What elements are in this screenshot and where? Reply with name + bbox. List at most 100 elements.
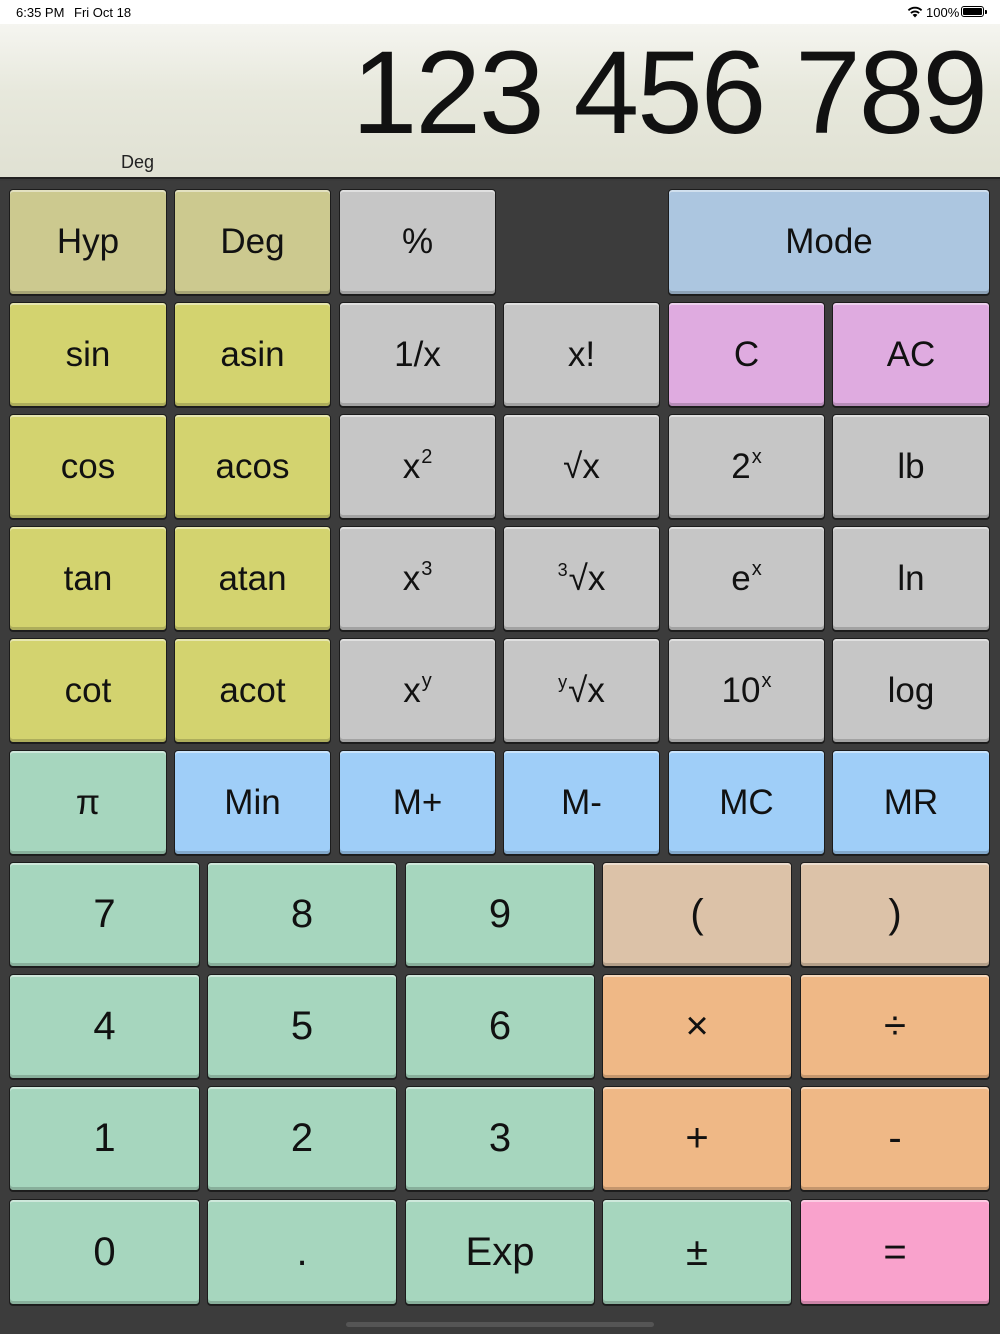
digit-8-label: 8 bbox=[290, 892, 314, 936]
pow2-base: 2 bbox=[731, 447, 751, 486]
power-button[interactable]: xy bbox=[339, 638, 496, 743]
divide-button[interactable]: ÷ bbox=[800, 974, 990, 1079]
sqrt-button[interactable]: √x bbox=[503, 414, 660, 519]
hyp-label: Hyp bbox=[56, 222, 120, 261]
power-label: xy bbox=[403, 670, 432, 711]
subtract-button[interactable]: - bbox=[800, 1086, 990, 1191]
memory-clear-button[interactable]: MC bbox=[668, 750, 825, 855]
clear-button[interactable]: C bbox=[668, 302, 825, 407]
digit-2-label: 2 bbox=[290, 1116, 314, 1160]
factorial-button[interactable]: x! bbox=[503, 302, 660, 407]
atan-label: atan bbox=[218, 558, 287, 598]
reciprocal-button[interactable]: 1/x bbox=[339, 302, 496, 407]
equals-button[interactable]: = bbox=[800, 1199, 990, 1305]
exponent-entry-label: Exp bbox=[465, 1229, 535, 1274]
pow2-exponent: x bbox=[751, 446, 762, 468]
memory-subtract-button[interactable]: M- bbox=[503, 750, 660, 855]
memory-recall-button[interactable]: MR bbox=[832, 750, 990, 855]
yroot-button[interactable]: y√x bbox=[503, 638, 660, 743]
cos-button[interactable]: cos bbox=[9, 414, 167, 519]
memory-add-button[interactable]: M+ bbox=[339, 750, 496, 855]
memory-recall-label: MR bbox=[883, 782, 939, 822]
cube-base: x bbox=[402, 559, 421, 598]
digit-7-button[interactable]: 7 bbox=[9, 862, 200, 967]
digit-6-button[interactable]: 6 bbox=[405, 974, 595, 1079]
tan-button[interactable]: tan bbox=[9, 526, 167, 631]
digit-3-label: 3 bbox=[488, 1116, 512, 1160]
digit-9-button[interactable]: 9 bbox=[405, 862, 595, 967]
percent-button[interactable]: % bbox=[339, 189, 496, 295]
acos-label: acos bbox=[215, 446, 290, 486]
plus-minus-button[interactable]: ± bbox=[602, 1199, 792, 1305]
power-exponent: y bbox=[421, 670, 432, 692]
home-indicator[interactable] bbox=[346, 1322, 654, 1327]
digit-8-button[interactable]: 8 bbox=[207, 862, 397, 967]
acot-button[interactable]: acot bbox=[174, 638, 331, 743]
atan-button[interactable]: atan bbox=[174, 526, 331, 631]
exp-e-exponent: x bbox=[751, 558, 762, 580]
pow2-button[interactable]: 2x bbox=[668, 414, 825, 519]
hyp-button[interactable]: Hyp bbox=[9, 189, 167, 295]
digit-7-label: 7 bbox=[93, 892, 116, 936]
equals-label: = bbox=[883, 1229, 907, 1274]
lb-button[interactable]: lb bbox=[832, 414, 990, 519]
cot-label: cot bbox=[64, 670, 112, 710]
battery-icon bbox=[961, 6, 987, 17]
power-base: x bbox=[403, 671, 421, 710]
digit-4-button[interactable]: 4 bbox=[9, 974, 200, 1079]
percent-label: % bbox=[401, 222, 434, 261]
reciprocal-label: 1/x bbox=[394, 334, 441, 374]
deg-button[interactable]: Deg bbox=[174, 189, 331, 295]
pow10-button[interactable]: 10x bbox=[668, 638, 825, 743]
mode-button[interactable]: Mode bbox=[668, 189, 990, 295]
pi-button[interactable]: π bbox=[9, 750, 167, 855]
digit-5-button[interactable]: 5 bbox=[207, 974, 397, 1079]
keypad: Hyp Deg % Mode sin asin 1/x x! C AC cos … bbox=[0, 181, 1000, 1334]
left-paren-button[interactable]: ( bbox=[602, 862, 792, 967]
left-paren-label: ( bbox=[690, 892, 704, 936]
digit-3-button[interactable]: 3 bbox=[405, 1086, 595, 1191]
asin-label: asin bbox=[220, 334, 285, 374]
pow2-label: 2x bbox=[731, 446, 761, 487]
status-date: Fri Oct 18 bbox=[74, 5, 132, 20]
memory-in-button[interactable]: Min bbox=[174, 750, 331, 855]
cbrt-index: 3 bbox=[557, 559, 568, 580]
square-exponent: 2 bbox=[421, 446, 433, 468]
right-paren-button[interactable]: ) bbox=[800, 862, 990, 967]
decimal-button[interactable]: . bbox=[207, 1199, 397, 1305]
all-clear-button[interactable]: AC bbox=[832, 302, 990, 407]
deg-label: Deg bbox=[220, 222, 285, 261]
asin-button[interactable]: asin bbox=[174, 302, 331, 407]
exp-e-base: e bbox=[731, 559, 751, 598]
exp-e-button[interactable]: ex bbox=[668, 526, 825, 631]
cbrt-button[interactable]: 3√x bbox=[503, 526, 660, 631]
yroot-index: y bbox=[558, 671, 568, 692]
cbrt-radical: √x bbox=[568, 558, 606, 598]
log-button[interactable]: log bbox=[832, 638, 990, 743]
exponent-entry-button[interactable]: Exp bbox=[405, 1199, 595, 1305]
all-clear-label: AC bbox=[886, 334, 936, 374]
cot-button[interactable]: cot bbox=[9, 638, 167, 743]
multiply-button[interactable]: × bbox=[602, 974, 792, 1079]
memory-add-label: M+ bbox=[392, 782, 443, 822]
yroot-label: y√x bbox=[558, 671, 605, 711]
status-time: 6:35 PM bbox=[16, 5, 65, 20]
right-paren-label: ) bbox=[888, 892, 902, 936]
ln-button[interactable]: ln bbox=[832, 526, 990, 631]
wifi-icon bbox=[907, 6, 923, 18]
memory-subtract-label: M- bbox=[561, 782, 602, 822]
sqrt-label: √x bbox=[563, 446, 600, 486]
square-label: x2 bbox=[403, 446, 433, 487]
digit-0-button[interactable]: 0 bbox=[9, 1199, 200, 1305]
digit-2-button[interactable]: 2 bbox=[207, 1086, 397, 1191]
acos-button[interactable]: acos bbox=[174, 414, 331, 519]
square-button[interactable]: x2 bbox=[339, 414, 496, 519]
sin-button[interactable]: sin bbox=[9, 302, 167, 407]
digit-1-button[interactable]: 1 bbox=[9, 1086, 200, 1191]
tan-label: tan bbox=[63, 558, 113, 598]
acot-label: acot bbox=[219, 670, 286, 710]
plus-minus-label: ± bbox=[686, 1229, 708, 1274]
cube-button[interactable]: x3 bbox=[339, 526, 496, 631]
cos-label: cos bbox=[60, 446, 116, 486]
add-button[interactable]: + bbox=[602, 1086, 792, 1191]
